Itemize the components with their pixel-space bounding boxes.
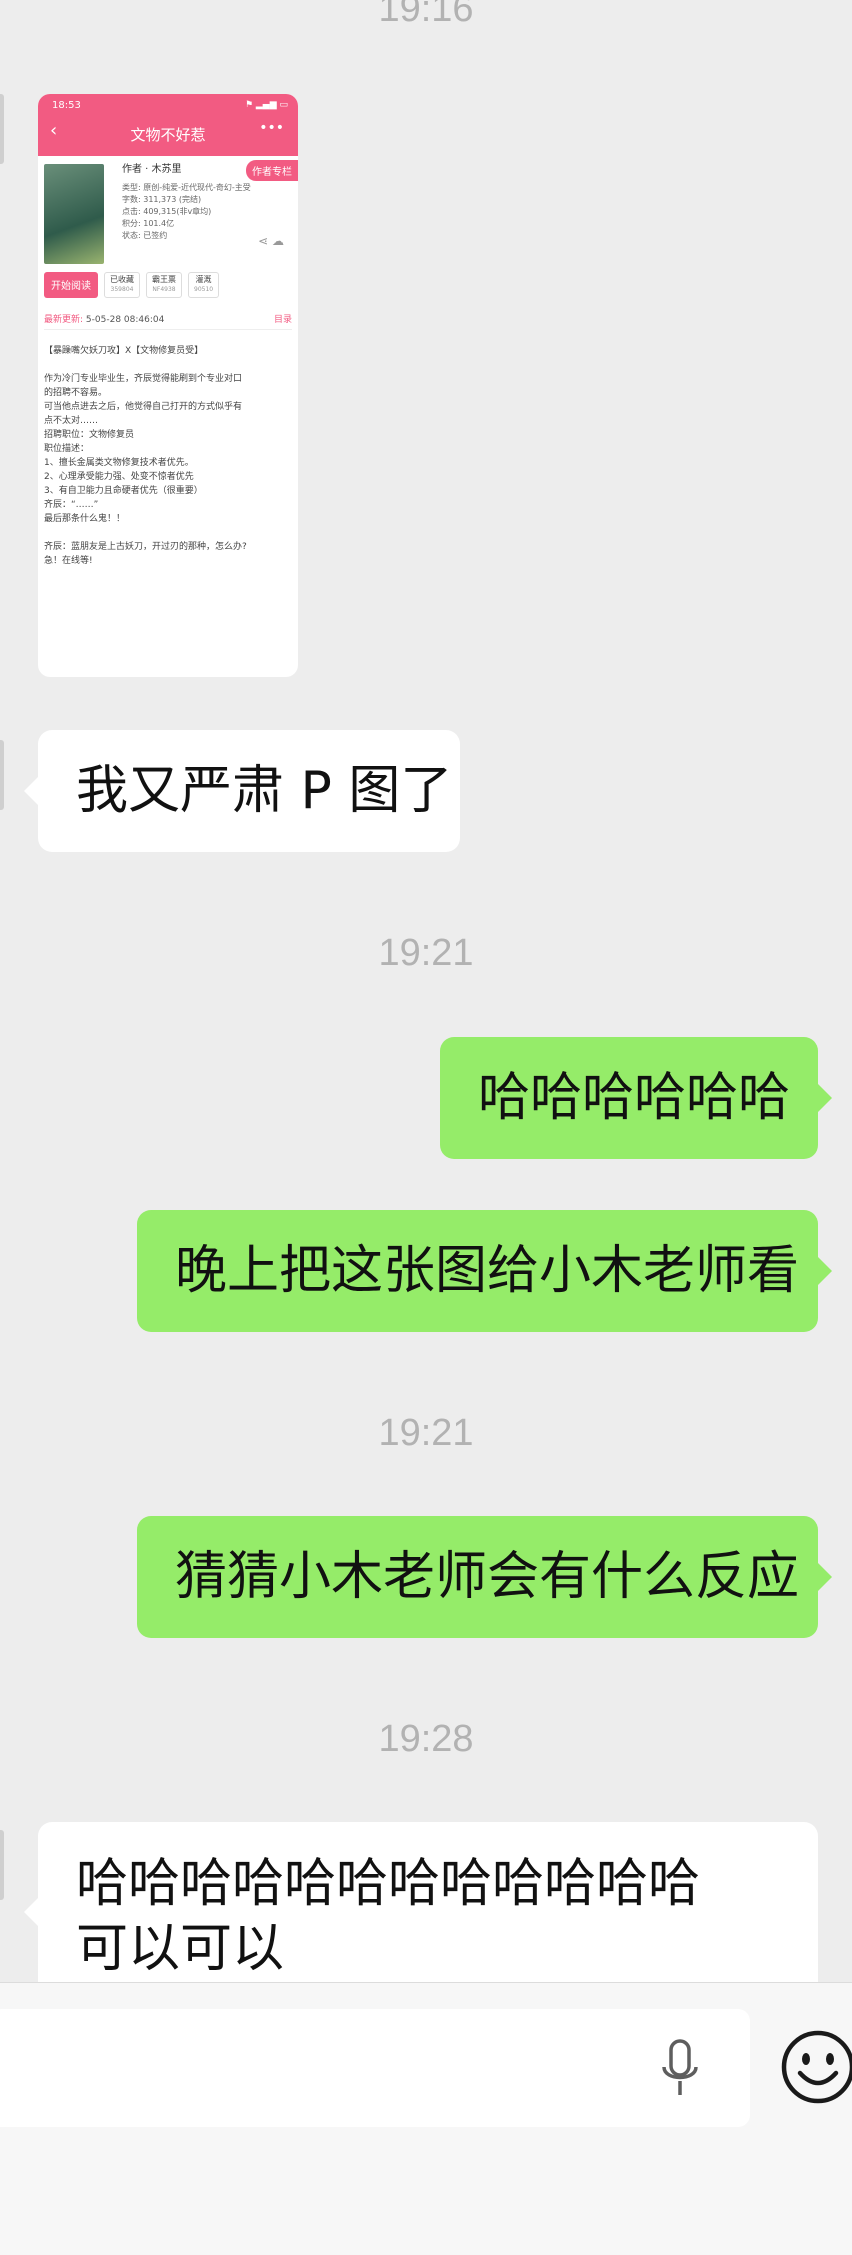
sent-message[interactable]: 猜猜小木老师会有什么反应 [137, 1516, 832, 1638]
novel-app-header: 18:53 ⚑ ▂▄▆ ▭ ‹ 文物不好惹 ••• [38, 94, 298, 156]
book-actions: 开始阅读 已收藏 359804 霸王票 NF4938 灌溉 90510 [44, 272, 220, 298]
author-name: 作者 · 木苏里 [122, 164, 182, 175]
status-icons: ⚑ ▂▄▆ ▭ [244, 100, 288, 110]
meta-line: 类型: 原创-纯爱-近代现代-奇幻-主受 [122, 183, 251, 192]
avatar[interactable] [0, 740, 4, 810]
message-text: 哈哈哈哈哈哈 [478, 1067, 791, 1128]
message-text: 哈哈哈哈哈哈哈哈哈哈哈哈 [76, 1854, 701, 1914]
latest-update-row: 最新更新: 5-05-28 08:46:04 目录 [44, 312, 292, 330]
avatar[interactable] [0, 94, 4, 164]
book-cover-image [44, 164, 104, 264]
timestamp: 19:28 [378, 1718, 474, 1760]
book-info: 作者 · 木苏里 类型: 原创-纯爱-近代现代-奇幻-主受 字数: 311,37… [122, 164, 251, 242]
message-text: 我又严肃 P 图了 [76, 760, 453, 821]
ticket-button: 霸王票 NF4938 [146, 272, 182, 298]
chat-input-bar [0, 1982, 852, 2255]
microphone-icon[interactable] [660, 2039, 700, 2099]
status-time: 18:53 [52, 100, 81, 111]
received-message[interactable]: 我又严肃 P 图了 [24, 730, 460, 852]
received-message[interactable]: 哈哈哈哈哈哈哈哈哈哈哈哈 可以可以 [24, 1822, 818, 2002]
start-reading-button: 开始阅读 [44, 272, 98, 298]
avatar[interactable] [0, 1830, 4, 1900]
meta-line: 积分: 101.4亿 [122, 219, 175, 228]
meta-line: 字数: 311,373 (完结) [122, 195, 202, 204]
share-download-icon: ⋖ ☁ [258, 234, 284, 248]
timestamp: 19:16 [378, 0, 474, 30]
book-description: 【暴躁嘴欠妖刀攻】X【文物修复员受】 作为冷门专业毕业生，齐辰觉得能刷到个专业对… [44, 346, 247, 566]
meta-line: 状态: 已签约 [122, 231, 168, 240]
more-icon: ••• [259, 120, 284, 136]
message-input[interactable] [0, 2009, 750, 2127]
emoji-icon[interactable] [778, 2027, 852, 2107]
timestamp: 19:21 [378, 1412, 474, 1454]
sent-message[interactable]: 晚上把这张图给小木老师看 [137, 1210, 832, 1332]
shared-image-message[interactable]: 18:53 ⚑ ▂▄▆ ▭ ‹ 文物不好惹 ••• 作者专栏 作者 · 木苏里 … [38, 94, 298, 677]
message-text: 可以可以 [76, 1919, 285, 1979]
message-text: 晚上把这张图给小木老师看 [175, 1240, 800, 1301]
author-column-tag: 作者专栏 [246, 160, 298, 181]
favorite-button: 已收藏 359804 [104, 272, 140, 298]
water-button: 灌溉 90510 [188, 272, 220, 298]
message-text: 猜猜小木老师会有什么反应 [175, 1546, 800, 1607]
toc-link: 目录 [273, 315, 292, 325]
timestamp: 19:21 [378, 932, 474, 974]
meta-line: 点击: 409,315(非v章均) [122, 207, 212, 216]
sent-message[interactable]: 哈哈哈哈哈哈 [440, 1037, 832, 1159]
